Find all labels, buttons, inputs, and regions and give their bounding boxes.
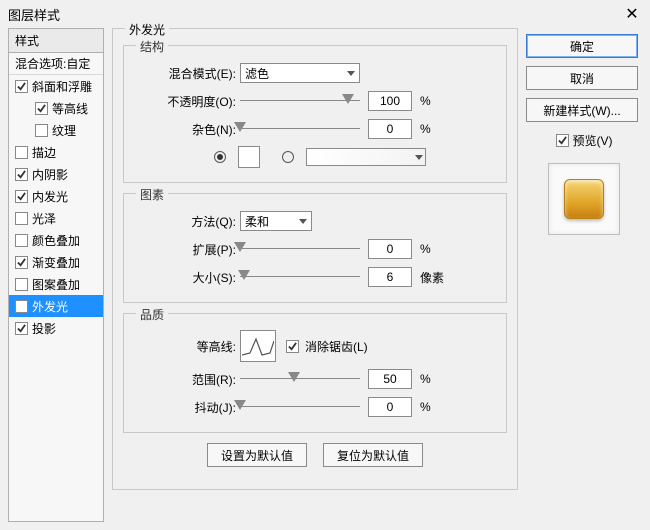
blend-mode-select[interactable]: 滤色 [240, 63, 360, 83]
style-item-4[interactable]: 内阴影 [9, 163, 103, 185]
cancel-button[interactable]: 取消 [526, 66, 638, 90]
blend-mode-label: 混合模式(E): [154, 65, 240, 82]
contour-label: 等高线: [154, 338, 240, 355]
style-item-1[interactable]: 等高线 [9, 97, 103, 119]
style-checkbox[interactable] [35, 124, 48, 137]
gradient-radio[interactable] [282, 151, 294, 163]
style-label: 光泽 [32, 210, 56, 227]
antialias-checkbox[interactable] [286, 340, 299, 353]
antialias-label: 消除锯齿(L) [305, 338, 368, 355]
method-label: 方法(Q): [154, 213, 240, 230]
opacity-label: 不透明度(O): [154, 93, 240, 110]
range-slider[interactable] [240, 369, 360, 389]
jitter-slider[interactable] [240, 397, 360, 417]
preview-checkbox[interactable] [556, 134, 569, 147]
panel-title: 外发光 [125, 21, 169, 38]
blend-options-item[interactable]: 混合选项:自定 [9, 53, 103, 75]
style-label: 纹理 [52, 122, 76, 139]
preview-label: 预览(V) [573, 132, 613, 149]
style-item-10[interactable]: 外发光 [9, 295, 103, 317]
ok-button[interactable]: 确定 [526, 34, 638, 58]
style-checkbox[interactable] [15, 146, 28, 159]
size-label: 大小(S): [154, 269, 240, 286]
style-item-7[interactable]: 颜色叠加 [9, 229, 103, 251]
styles-list: 样式 混合选项:自定 斜面和浮雕等高线纹理描边内阴影内发光光泽颜色叠加渐变叠加图… [8, 28, 104, 522]
spread-input[interactable]: 0 [368, 239, 412, 259]
chevron-down-icon [347, 71, 355, 76]
gradient-picker[interactable] [306, 148, 426, 166]
style-checkbox[interactable] [35, 102, 48, 115]
style-label: 渐变叠加 [32, 254, 80, 271]
style-label: 描边 [32, 144, 56, 161]
method-select[interactable]: 柔和 [240, 211, 312, 231]
preview-icon [564, 179, 604, 219]
group-elements: 图素 方法(Q): 柔和 扩展(P): 0 % [123, 193, 507, 303]
reset-default-button[interactable]: 复位为默认值 [323, 443, 423, 467]
contour-picker[interactable] [240, 330, 276, 362]
size-input[interactable]: 6 [368, 267, 412, 287]
style-item-8[interactable]: 渐变叠加 [9, 251, 103, 273]
style-checkbox[interactable] [15, 168, 28, 181]
style-label: 颜色叠加 [32, 232, 80, 249]
style-checkbox[interactable] [15, 212, 28, 225]
color-swatch[interactable] [238, 146, 260, 168]
spread-slider[interactable] [240, 239, 360, 259]
jitter-input[interactable]: 0 [368, 397, 412, 417]
style-label: 内阴影 [32, 166, 68, 183]
preview-thumbnail [548, 163, 620, 235]
dialog-title: 图层样式 [8, 5, 60, 24]
jitter-label: 抖动(J): [154, 399, 240, 416]
style-label: 等高线 [52, 100, 88, 117]
close-icon[interactable]: ✕ [622, 4, 642, 24]
opacity-slider[interactable] [240, 91, 360, 111]
styles-header: 样式 [9, 29, 103, 53]
style-checkbox[interactable] [15, 190, 28, 203]
color-radio[interactable] [214, 151, 226, 163]
noise-input[interactable]: 0 [368, 119, 412, 139]
range-label: 范围(R): [154, 371, 240, 388]
style-item-9[interactable]: 图案叠加 [9, 273, 103, 295]
new-style-button[interactable]: 新建样式(W)... [526, 98, 638, 122]
style-checkbox[interactable] [15, 300, 28, 313]
noise-slider[interactable] [240, 119, 360, 139]
set-default-button[interactable]: 设置为默认值 [207, 443, 307, 467]
style-checkbox[interactable] [15, 234, 28, 247]
style-item-5[interactable]: 内发光 [9, 185, 103, 207]
style-item-11[interactable]: 投影 [9, 317, 103, 339]
style-label: 内发光 [32, 188, 68, 205]
style-label: 斜面和浮雕 [32, 78, 92, 95]
style-checkbox[interactable] [15, 80, 28, 93]
range-input[interactable]: 50 [368, 369, 412, 389]
outer-glow-panel: 外发光 结构 混合模式(E): 滤色 不透明度(O): 100 [112, 28, 518, 490]
chevron-down-icon [299, 219, 307, 224]
group-structure: 结构 混合模式(E): 滤色 不透明度(O): 100 % [123, 45, 507, 183]
size-slider[interactable] [240, 267, 360, 287]
style-checkbox[interactable] [15, 256, 28, 269]
spread-label: 扩展(P): [154, 241, 240, 258]
opacity-input[interactable]: 100 [368, 91, 412, 111]
style-checkbox[interactable] [15, 322, 28, 335]
style-label: 图案叠加 [32, 276, 80, 293]
style-label: 外发光 [32, 298, 68, 315]
style-item-3[interactable]: 描边 [9, 141, 103, 163]
chevron-down-icon [415, 155, 423, 160]
noise-label: 杂色(N): [154, 121, 240, 138]
style-checkbox[interactable] [15, 278, 28, 291]
style-item-6[interactable]: 光泽 [9, 207, 103, 229]
style-label: 投影 [32, 320, 56, 337]
style-item-0[interactable]: 斜面和浮雕 [9, 75, 103, 97]
group-quality: 品质 等高线: 消除锯齿(L) 范围(R): 50 % [123, 313, 507, 433]
style-item-2[interactable]: 纹理 [9, 119, 103, 141]
